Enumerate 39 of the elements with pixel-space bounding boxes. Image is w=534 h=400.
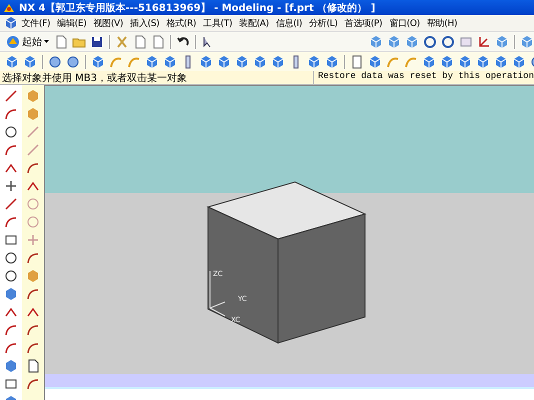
menu-item[interactable]: 信息(I) <box>272 16 306 30</box>
menu-item[interactable]: 装配(A) <box>236 16 272 30</box>
curve-icon[interactable] <box>26 341 40 355</box>
menu-item[interactable]: 文件(F) <box>18 16 54 30</box>
curve-icon[interactable] <box>26 377 40 391</box>
menu-item[interactable]: 帮助(H) <box>423 16 461 30</box>
menu-item[interactable]: 分析(L) <box>306 16 342 30</box>
start-button[interactable]: 起始 <box>3 34 52 50</box>
status-prompt: 选择对象并使用 MB3，或者双击某一对象 <box>1 72 188 84</box>
curve-icon[interactable] <box>26 287 40 301</box>
menu-item[interactable]: 窗口(O) <box>386 16 424 30</box>
status-message: Restore data was reset by this operation <box>312 71 534 84</box>
axis-icon[interactable] <box>26 179 40 193</box>
curve-icon[interactable] <box>26 323 40 337</box>
scissors-icon[interactable] <box>115 34 129 48</box>
window-title: NX 4【郭卫东专用版本---516813969】 - Modeling - [f.prt （修改的） ] <box>19 1 376 14</box>
curve-icon[interactable] <box>26 161 40 175</box>
undo-icon[interactable] <box>176 34 190 48</box>
curve-icon[interactable] <box>4 143 18 157</box>
axis-icon[interactable] <box>4 161 18 175</box>
curve-icon[interactable] <box>4 323 18 337</box>
axis-triad-icon <box>210 270 226 316</box>
menu-item[interactable]: 插入(S) <box>126 16 163 30</box>
menu-item[interactable]: 视图(V) <box>90 16 127 30</box>
menu-item[interactable]: 首选项(P) <box>341 16 386 30</box>
curve-icon[interactable] <box>26 251 40 265</box>
caret-icon <box>44 40 49 43</box>
point-icon[interactable] <box>4 179 18 193</box>
axis-icon[interactable] <box>477 34 491 48</box>
curve-icon[interactable] <box>4 341 18 355</box>
axis-icon[interactable] <box>4 305 18 319</box>
curve-icon[interactable] <box>4 215 18 229</box>
app-logo-icon <box>3 2 15 14</box>
axis-icon[interactable] <box>26 305 40 319</box>
menu-item[interactable]: 工具(T) <box>200 16 236 30</box>
menu-item[interactable]: 格式(R) <box>162 16 200 30</box>
globe-icon <box>6 34 20 48</box>
curve-icon[interactable] <box>4 107 18 121</box>
menu-item[interactable]: 编辑(E) <box>54 16 90 30</box>
